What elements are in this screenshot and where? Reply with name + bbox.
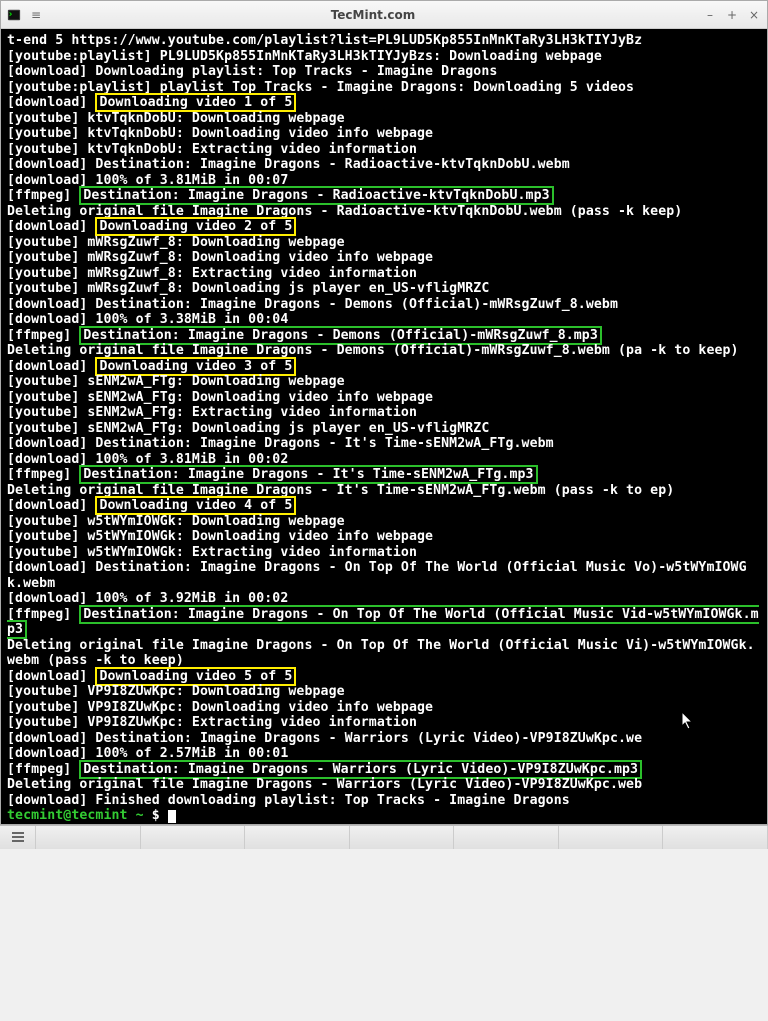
minimize-button[interactable]: – (703, 8, 717, 22)
app-icon (7, 8, 21, 22)
taskbar-item[interactable] (245, 826, 350, 849)
taskbar-item[interactable] (141, 826, 246, 849)
terminal-line: [download] Destination: Imagine Dragons … (7, 731, 761, 747)
terminal-line: [youtube] sENM2wA_FTg: Downloading webpa… (7, 374, 761, 390)
terminal-line: Deleting original file Imagine Dragons -… (7, 638, 761, 669)
terminal-line: [youtube] mWRsgZuwf_8: Extracting video … (7, 266, 761, 282)
highlight-destination: Destination: Imagine Dragons - Warriors … (79, 760, 642, 779)
terminal-line: [download] Finished downloading playlist… (7, 793, 761, 809)
terminal-line: [youtube] w5tWYmIOWGk: Downloading webpa… (7, 514, 761, 530)
terminal-line: [youtube] mWRsgZuwf_8: Downloading video… (7, 250, 761, 266)
taskbar-item[interactable] (350, 826, 455, 849)
window-title: TecMint.com (43, 8, 703, 22)
terminal-line: [youtube] VP9I8ZUwKpc: Downloading webpa… (7, 684, 761, 700)
prompt-dollar: $ (144, 808, 168, 823)
terminal-line: [youtube] w5tWYmIOWGk: Downloading video… (7, 529, 761, 545)
terminal-line: [youtube] sENM2wA_FTg: Downloading js pl… (7, 421, 761, 437)
titlebar[interactable]: ≡ TecMint.com – + × (1, 1, 767, 29)
terminal-line: [ffmpeg] Destination: Imagine Dragons - … (7, 328, 761, 344)
terminal-line: [youtube] mWRsgZuwf_8: Downloading js pl… (7, 281, 761, 297)
terminal-line: [youtube] VP9I8ZUwKpc: Extracting video … (7, 715, 761, 731)
menu-icon[interactable]: ≡ (29, 8, 43, 22)
terminal-line: Deleting original file Imagine Dragons -… (7, 777, 761, 793)
terminal-output[interactable]: t-end 5 https://www.youtube.com/playlist… (1, 29, 767, 824)
menu-icon (12, 831, 24, 843)
terminal-line: [download] Destination: Imagine Dragons … (7, 436, 761, 452)
prompt-line[interactable]: tecmint@tecmint ~ $ (7, 808, 761, 824)
highlight-progress: Downloading video 3 of 5 (95, 357, 296, 376)
highlight-destination: Destination: Imagine Dragons - Radioacti… (79, 186, 553, 205)
terminal-line: [download] Downloading video 3 of 5 (7, 359, 761, 375)
highlight-progress: Downloading video 5 of 5 (95, 667, 296, 686)
terminal-line: [ffmpeg] Destination: Imagine Dragons - … (7, 607, 761, 638)
taskbar-menu[interactable] (0, 826, 36, 849)
terminal-line: [download] Destination: Imagine Dragons … (7, 297, 761, 313)
terminal-line: [youtube] ktvTqknDobU: Downloading webpa… (7, 111, 761, 127)
terminal-window: ≡ TecMint.com – + × t-end 5 https://www.… (0, 0, 768, 825)
terminal-line: [download] Destination: Imagine Dragons … (7, 157, 761, 173)
terminal-line: t-end 5 https://www.youtube.com/playlist… (7, 33, 761, 49)
terminal-line: [youtube] VP9I8ZUwKpc: Downloading video… (7, 700, 761, 716)
highlight-destination: Destination: Imagine Dragons - On Top Of… (7, 605, 759, 640)
terminal-line: [youtube] w5tWYmIOWGk: Extracting video … (7, 545, 761, 561)
highlight-progress: Downloading video 4 of 5 (95, 496, 296, 515)
terminal-line: [youtube] ktvTqknDobU: Downloading video… (7, 126, 761, 142)
terminal-line: [download] Downloading playlist: Top Tra… (7, 64, 761, 80)
highlight-destination: Destination: Imagine Dragons - It's Time… (79, 465, 537, 484)
terminal-line: [download] Downloading video 4 of 5 (7, 498, 761, 514)
prompt-user: tecmint@tecmint (7, 808, 128, 823)
taskbar[interactable] (0, 825, 768, 849)
terminal-line: [ffmpeg] Destination: Imagine Dragons - … (7, 467, 761, 483)
taskbar-item[interactable] (559, 826, 664, 849)
terminal-line: [youtube] sENM2wA_FTg: Downloading video… (7, 390, 761, 406)
terminal-line: [ffmpeg] Destination: Imagine Dragons - … (7, 188, 761, 204)
terminal-line: [download] Downloading video 2 of 5 (7, 219, 761, 235)
terminal-line: [youtube] sENM2wA_FTg: Extracting video … (7, 405, 761, 421)
terminal-line: [ffmpeg] Destination: Imagine Dragons - … (7, 762, 761, 778)
terminal-line: [youtube] mWRsgZuwf_8: Downloading webpa… (7, 235, 761, 251)
text-cursor (168, 810, 176, 823)
terminal-line: [download] Destination: Imagine Dragons … (7, 560, 761, 591)
close-button[interactable]: × (747, 8, 761, 22)
terminal-line: [youtube:playlist] PL9LUD5Kp855InMnKTaRy… (7, 49, 761, 65)
terminal-line: [download] Downloading video 1 of 5 (7, 95, 761, 111)
taskbar-item[interactable] (663, 826, 768, 849)
highlight-progress: Downloading video 1 of 5 (95, 93, 296, 112)
prompt-path: ~ (136, 808, 144, 823)
terminal-line: [youtube] ktvTqknDobU: Extracting video … (7, 142, 761, 158)
taskbar-item[interactable] (36, 826, 141, 849)
highlight-destination: Destination: Imagine Dragons - Demons (O… (79, 326, 602, 345)
highlight-progress: Downloading video 2 of 5 (95, 217, 296, 236)
taskbar-item[interactable] (454, 826, 559, 849)
maximize-button[interactable]: + (725, 8, 739, 22)
terminal-line: [download] Downloading video 5 of 5 (7, 669, 761, 685)
